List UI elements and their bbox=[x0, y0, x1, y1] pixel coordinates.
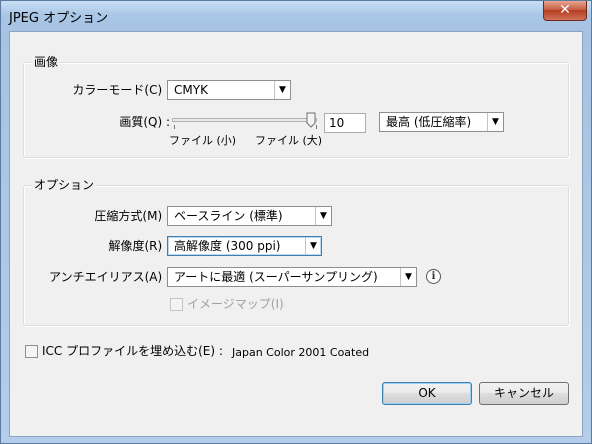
resolution-dropdown[interactable]: 高解像度 (300 ppi) ▼ bbox=[167, 236, 322, 256]
resolution-value: 高解像度 (300 ppi) bbox=[174, 239, 281, 253]
window-title: JPEG オプション bbox=[9, 11, 109, 26]
title-bar[interactable]: JPEG オプション ✕ bbox=[1, 1, 591, 29]
slider-tick bbox=[316, 125, 317, 129]
compression-value: ベースライン (標準) bbox=[174, 209, 283, 223]
chevron-down-icon: ▼ bbox=[305, 237, 321, 255]
color-mode-dropdown[interactable]: CMYK ▼ bbox=[167, 80, 291, 100]
antialias-value: アートに最適 (スーパーサンプリング) bbox=[174, 270, 378, 284]
quality-slider-thumb[interactable] bbox=[306, 112, 316, 128]
close-icon: ✕ bbox=[559, 2, 571, 18]
imagemap-checkbox[interactable] bbox=[170, 298, 183, 311]
dialog-body: 画像 カラーモード(C) : CMYK ▼ 画質(Q) : 10 最高 (低圧縮… bbox=[9, 31, 583, 437]
antialias-dropdown[interactable]: アートに最適 (スーパーサンプリング) ▼ bbox=[167, 267, 417, 287]
chevron-down-icon: ▼ bbox=[400, 268, 416, 286]
large-file-label: ファイル (大) bbox=[255, 134, 323, 147]
quality-value: 10 bbox=[329, 116, 345, 130]
image-group-legend: 画像 bbox=[32, 55, 61, 69]
imagemap-label: イメージマップ(I) bbox=[187, 297, 284, 311]
chevron-down-icon: ▼ bbox=[487, 113, 503, 131]
compression-label: 圧縮方式(M) : bbox=[94, 209, 170, 223]
dialog-window: JPEG オプション ✕ 画像 カラーモード(C) : CMYK ▼ 画質(Q)… bbox=[0, 0, 592, 444]
compression-dropdown[interactable]: ベースライン (標準) ▼ bbox=[167, 206, 332, 226]
image-group: 画像 カラーモード(C) : CMYK ▼ 画質(Q) : 10 最高 (低圧縮… bbox=[23, 55, 569, 158]
cancel-button-label: キャンセル bbox=[493, 386, 554, 400]
icc-profile-name: Japan Color 2001 Coated bbox=[232, 346, 370, 359]
info-icon[interactable]: i bbox=[426, 269, 441, 284]
small-file-label: ファイル (小) bbox=[169, 134, 237, 147]
ok-button-label: OK bbox=[418, 386, 436, 400]
antialias-label: アンチエイリアス(A) : bbox=[49, 270, 170, 284]
color-mode-value: CMYK bbox=[174, 83, 208, 97]
close-button[interactable]: ✕ bbox=[543, 1, 587, 21]
quality-preset-value: 最高 (低圧縮率) bbox=[386, 115, 472, 129]
cancel-button[interactable]: キャンセル bbox=[479, 382, 569, 405]
quality-preset-dropdown[interactable]: 最高 (低圧縮率) ▼ bbox=[379, 112, 504, 132]
chevron-down-icon: ▼ bbox=[315, 207, 331, 225]
quality-slider-track[interactable] bbox=[172, 118, 317, 122]
options-group-legend: オプション bbox=[32, 178, 97, 192]
color-mode-label: カラーモード(C) : bbox=[72, 83, 170, 97]
slider-tick bbox=[174, 125, 175, 129]
quality-label: 画質(Q) : bbox=[119, 115, 170, 129]
ok-button[interactable]: OK bbox=[382, 382, 472, 405]
chevron-down-icon: ▼ bbox=[274, 81, 290, 99]
options-group: オプション 圧縮方式(M) : ベースライン (標準) ▼ 解像度(R) : 高… bbox=[23, 178, 569, 326]
icc-profile-label: ICC プロファイルを埋め込む(E) : bbox=[42, 344, 223, 358]
info-icon-glyph: i bbox=[431, 271, 436, 282]
icc-profile-checkbox[interactable] bbox=[25, 345, 38, 358]
resolution-label: 解像度(R) : bbox=[108, 239, 170, 253]
quality-value-input[interactable]: 10 bbox=[324, 113, 366, 133]
